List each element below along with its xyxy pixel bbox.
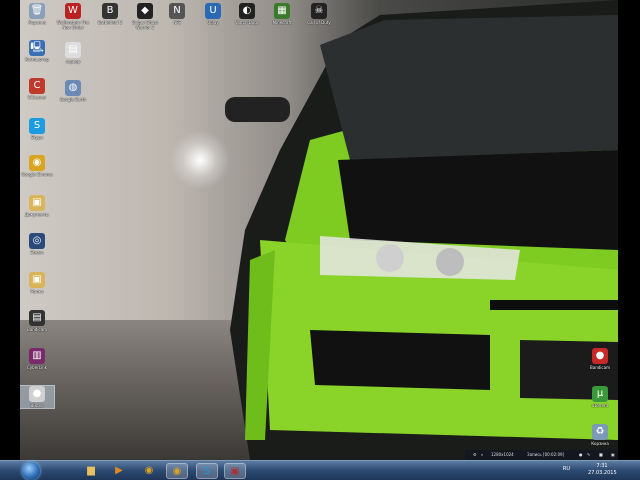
- taskbar-skype-button[interactable]: S: [196, 463, 218, 479]
- desktop-icon-label: Видео: [30, 403, 44, 408]
- clock[interactable]: 7:31 27.03.2015: [588, 463, 617, 477]
- desktop-icon-label: Google Earth: [59, 97, 87, 102]
- language-indicator[interactable]: RU: [563, 466, 570, 472]
- overlay-resolution: 1280x1024: [491, 452, 514, 457]
- computer-icon: 🖳: [29, 40, 45, 56]
- desktop-icon-computer[interactable]: 🖳 Компьютер: [20, 40, 54, 62]
- desktop-icon-uplay[interactable]: U Uplay: [196, 3, 230, 25]
- folder1-icon: ▣: [29, 195, 45, 211]
- taskbar: ▆ ▶ ◉ ◉ S ▣ RU 7:31 27.03.2015: [0, 460, 640, 480]
- desktop-icon-label: Wolfenstein The New Order: [56, 20, 90, 30]
- battlefield-icon: B: [102, 3, 118, 19]
- screen: 🗑 Корзина 🖳 Компьютер C CCleaner S Skype ◉ Google…: [0, 0, 640, 480]
- desktop-icon-label: Bandicam: [590, 365, 610, 370]
- desktop-icon-spirit[interactable]: ☠ Call of Duty: [302, 3, 336, 25]
- recorder-overlay-bar[interactable]: ⚙ ⌕ 1280x1024 Запись [00:02:09] ● ✎ ■ ▣ …: [465, 450, 618, 460]
- desktop-icon-battlefield[interactable]: B Battlefield 3: [93, 3, 127, 25]
- desktop-icon-file[interactable]: ▤ сервер: [56, 42, 90, 64]
- taskbar-explorer-button[interactable]: ▆: [80, 463, 102, 479]
- watchdogs-icon: ◐: [239, 3, 255, 19]
- desktop-icon-steam[interactable]: ◎ Steam: [20, 233, 54, 255]
- desktop-icon-label: Sniper Ghost Warrior 2: [132, 20, 158, 30]
- overlay-stop-icon[interactable]: ■: [599, 450, 603, 460]
- trash-icon: 🗑: [29, 3, 45, 19]
- desktop-icon-origin[interactable]: ◍ Google Earth: [56, 80, 90, 102]
- desktop-icon-label: CCleaner: [27, 95, 47, 100]
- overlay-record-icon[interactable]: ●: [579, 450, 583, 460]
- desktop-icon-nfs[interactable]: N NFS: [160, 3, 194, 25]
- start-button[interactable]: [22, 462, 40, 480]
- clock-date: 27.03.2015: [588, 470, 617, 476]
- recycle-icon: ♻: [592, 424, 608, 440]
- desktop-icon-label: сервер: [65, 59, 81, 64]
- overlay-search-icon[interactable]: ⌕: [481, 450, 483, 460]
- overlay-pencil-icon[interactable]: ✎: [587, 450, 590, 460]
- desktop-icon-terminal[interactable]: ▤ Bandicam: [20, 310, 54, 332]
- file-icon: ▤: [65, 42, 81, 58]
- desktop-icon-label: Google Chrome: [21, 172, 53, 177]
- folder2-icon: ▣: [29, 272, 45, 288]
- desktop-icon-winrar[interactable]: ▥ CyberLink: [20, 348, 54, 370]
- desktop-icon-bandicam[interactable]: ● Bandicam: [583, 348, 617, 370]
- terminal-icon: ▤: [29, 310, 45, 326]
- desktop-icon-utorrent[interactable]: µ uTorrent: [583, 386, 617, 408]
- desktop-icon-watchdogs[interactable]: ◐ Watch Dogs: [230, 3, 264, 25]
- desktop-icon-label: Корзина: [28, 20, 46, 25]
- desktop-icon-label: Battlefield 3: [97, 20, 123, 25]
- spirit-icon: ☠: [311, 3, 327, 19]
- overlay-settings-icon[interactable]: ⚙: [473, 450, 477, 460]
- desktop-icon-label: Uplay: [207, 20, 219, 25]
- winrar-icon: ▥: [29, 348, 45, 364]
- desktop-wallpaper[interactable]: 🗑 Корзина 🖳 Компьютер C CCleaner S Skype ◉ Google…: [20, 0, 618, 460]
- nfs-icon: N: [169, 3, 185, 19]
- desktop-icon-label: Skype: [30, 135, 44, 140]
- bandicam-icon: ●: [592, 348, 608, 364]
- desktop-icon-folder2[interactable]: ▣ Папка: [20, 272, 54, 294]
- desktop-icon-label: Minecraft: [272, 20, 292, 25]
- skype-icon: S: [29, 118, 45, 134]
- desktop-icon-ccleaner[interactable]: C CCleaner: [20, 78, 54, 100]
- desktop-icon-trash[interactable]: 🗑 Корзина: [20, 3, 54, 25]
- desktop-icon-skype[interactable]: S Skype: [20, 118, 54, 140]
- taskbar-chrome-a-button[interactable]: ◉: [138, 463, 160, 479]
- taskbar-chrome-b-button[interactable]: ◉: [166, 463, 188, 479]
- wolfenstein-icon: W: [65, 3, 81, 19]
- overlay-record-status: Запись [00:02:09]: [527, 452, 565, 457]
- desktop-icon-minecraft[interactable]: ▦ Minecraft: [265, 3, 299, 25]
- uplay-icon: U: [205, 3, 221, 19]
- desktop-icon-label: Корзина: [591, 441, 609, 446]
- taskbar-media-button[interactable]: ▶: [108, 463, 130, 479]
- desktop-icon-label: Steam: [30, 250, 44, 255]
- origin-icon: ◍: [65, 80, 81, 96]
- desktop-icon-label: Bandicam: [27, 327, 47, 332]
- desktop-icon-chrome[interactable]: ◉ Google Chrome: [20, 155, 54, 177]
- desktop-icon-recycle[interactable]: ♻ Корзина: [583, 424, 617, 446]
- selected-icon: ●: [29, 386, 45, 402]
- taskbar-app-button[interactable]: ▣: [224, 463, 246, 479]
- desktop-icon-label: Watch Dogs: [235, 20, 259, 25]
- desktop-icon-label: Компьютер: [25, 57, 49, 62]
- desktop-icon-label: uTorrent: [591, 403, 609, 408]
- ccleaner-icon: C: [29, 78, 45, 94]
- desktop-icon-label: Call of Duty: [307, 20, 331, 25]
- sniper-icon: ◆: [137, 3, 153, 19]
- minecraft-icon: ▦: [274, 3, 290, 19]
- desktop-icon-label: Документы: [25, 212, 49, 217]
- chrome-icon: ◉: [29, 155, 45, 171]
- desktop-icon-sniper[interactable]: ◆ Sniper Ghost Warrior 2: [128, 3, 162, 30]
- steam-icon: ◎: [29, 233, 45, 249]
- desktop-icon-label: CyberLink: [27, 365, 47, 370]
- desktop-icon-folder1[interactable]: ▣ Документы: [20, 195, 54, 217]
- desktop-icon-label: NFS: [173, 20, 181, 25]
- desktop-icon-label: Папка: [30, 289, 44, 294]
- car-wallpaper-image: [225, 0, 618, 460]
- desktop-icon-selected[interactable]: ● Видео: [20, 385, 55, 409]
- clock-time: 7:31: [596, 463, 608, 469]
- utorrent-icon: µ: [592, 386, 608, 402]
- overlay-camera-icon[interactable]: ▣: [611, 450, 615, 460]
- desktop-icon-wolfenstein[interactable]: W Wolfenstein The New Order: [56, 3, 90, 30]
